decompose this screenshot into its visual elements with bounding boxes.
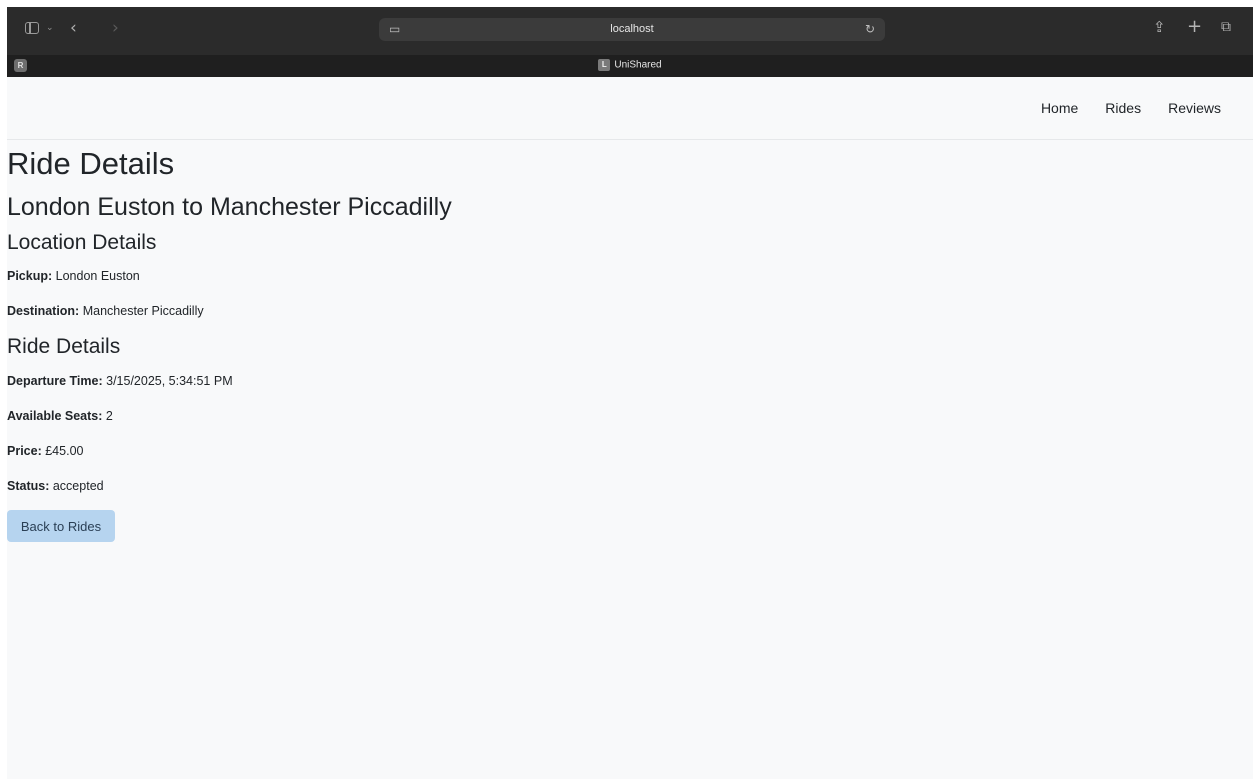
address-text[interactable]: localhost bbox=[379, 23, 885, 35]
status-value: accepted bbox=[52, 479, 104, 493]
location-details-heading: Location Details bbox=[7, 231, 157, 254]
forward-arrow-icon[interactable]: › bbox=[112, 20, 119, 37]
seats-field: Available Seats: 2 bbox=[7, 409, 113, 423]
browser-toolbar: ⌄ ‹ › ▭ localhost ↻ ⇪ + ⧉ bbox=[7, 7, 1253, 55]
reload-icon[interactable]: ↻ bbox=[865, 22, 875, 36]
page-title: Ride Details bbox=[7, 146, 175, 181]
sidebar-toggle-icon[interactable] bbox=[25, 22, 39, 34]
departure-field: Departure Time: 3/15/2025, 5:34:51 PM bbox=[7, 374, 233, 388]
back-arrow-icon[interactable]: ‹ bbox=[70, 20, 77, 37]
tab-title: UniShared bbox=[614, 59, 662, 71]
seats-label: Available Seats: bbox=[7, 409, 103, 423]
departure-label: Departure Time: bbox=[7, 374, 103, 388]
destination-field: Destination: Manchester Piccadilly bbox=[7, 304, 204, 318]
price-value: £45.00 bbox=[45, 444, 84, 458]
nav-home[interactable]: Home bbox=[1041, 100, 1078, 116]
price-label: Price: bbox=[7, 444, 42, 458]
tabs-overview-icon[interactable]: ⧉ bbox=[1221, 20, 1231, 34]
status-label: Status: bbox=[7, 479, 50, 493]
nav-rides[interactable]: Rides bbox=[1105, 100, 1141, 116]
page: Home Rides Reviews Ride Details London E… bbox=[7, 77, 1253, 779]
destination-label: Destination: bbox=[7, 304, 80, 318]
share-icon[interactable]: ⇪ bbox=[1153, 20, 1166, 35]
pickup-label: Pickup: bbox=[7, 269, 53, 283]
back-to-rides-button[interactable]: Back to Rides bbox=[7, 510, 115, 542]
ride-details-heading: Ride Details bbox=[7, 335, 121, 358]
destination-value: Manchester Piccadilly bbox=[82, 304, 204, 318]
nav-reviews[interactable]: Reviews bbox=[1168, 100, 1221, 116]
browser-window: ⌄ ‹ › ▭ localhost ↻ ⇪ + ⧉ R L UniShared H… bbox=[7, 7, 1253, 779]
tab-bar: R L UniShared bbox=[7, 55, 1253, 77]
route-title: London Euston to Manchester Piccadilly bbox=[7, 193, 452, 221]
departure-value: 3/15/2025, 5:34:51 PM bbox=[106, 374, 233, 388]
chevron-down-icon[interactable]: ⌄ bbox=[46, 24, 54, 33]
address-bar[interactable]: ▭ localhost ↻ bbox=[379, 18, 885, 41]
active-tab[interactable]: L UniShared bbox=[7, 59, 1253, 71]
nav-links: Home Rides Reviews bbox=[1041, 100, 1221, 116]
status-field: Status: accepted bbox=[7, 479, 104, 493]
tab-favicon-icon: L bbox=[598, 59, 611, 71]
pickup-value: London Euston bbox=[55, 269, 140, 283]
plus-icon[interactable]: + bbox=[1187, 18, 1202, 36]
pickup-field: Pickup: London Euston bbox=[7, 269, 140, 283]
seats-value: 2 bbox=[105, 409, 113, 423]
price-field: Price: £45.00 bbox=[7, 444, 83, 458]
navbar: Home Rides Reviews bbox=[7, 77, 1253, 140]
